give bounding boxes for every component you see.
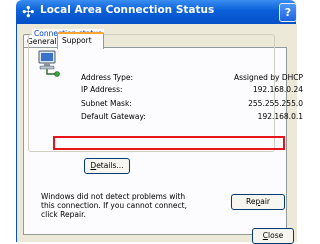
- address-type-label: Address Type:: [81, 73, 134, 82]
- address-type-value: Assigned by DHCP: [233, 73, 303, 82]
- subnet-mask-row: Subnet Mask: 255.255.255.0: [81, 98, 303, 109]
- default-gateway-value: 192.168.0.1: [257, 112, 303, 121]
- ip-address-row: IP Address: 192.168.0.24: [81, 84, 303, 95]
- subnet-mask-value: 255.255.255.0: [248, 99, 303, 108]
- details-label: etails...: [96, 161, 124, 170]
- tab-support[interactable]: Support: [57, 32, 104, 49]
- diagnostic-message: Windows did not detect problems with thi…: [41, 192, 187, 219]
- window-title: Local Area Connection Status: [40, 4, 215, 16]
- gateway-highlight-box: [53, 136, 285, 150]
- default-gateway-row: Default Gateway: 192.168.0.1: [81, 111, 303, 122]
- network-computer-icon: [38, 50, 60, 77]
- network-connection-icon: ✣: [22, 3, 35, 21]
- details-button[interactable]: Details...: [84, 158, 130, 174]
- close-label: lose: [268, 231, 284, 240]
- repair-label-end: air: [260, 197, 271, 206]
- ip-address-label: IP Address:: [81, 85, 123, 94]
- title-bar[interactable]: ✣ Local Area Connection Status ?: [16, 0, 297, 24]
- ip-address-value: 192.168.0.24: [252, 85, 303, 94]
- subnet-mask-label: Subnet Mask:: [81, 99, 132, 108]
- address-type-row: Address Type: Assigned by DHCP: [81, 72, 303, 83]
- default-gateway-label: Default Gateway:: [81, 112, 146, 121]
- repair-button[interactable]: Repair: [231, 194, 285, 210]
- help-button[interactable]: ?: [279, 3, 297, 22]
- status-dialog: ✣ Local Area Connection Status ? General…: [16, 0, 303, 244]
